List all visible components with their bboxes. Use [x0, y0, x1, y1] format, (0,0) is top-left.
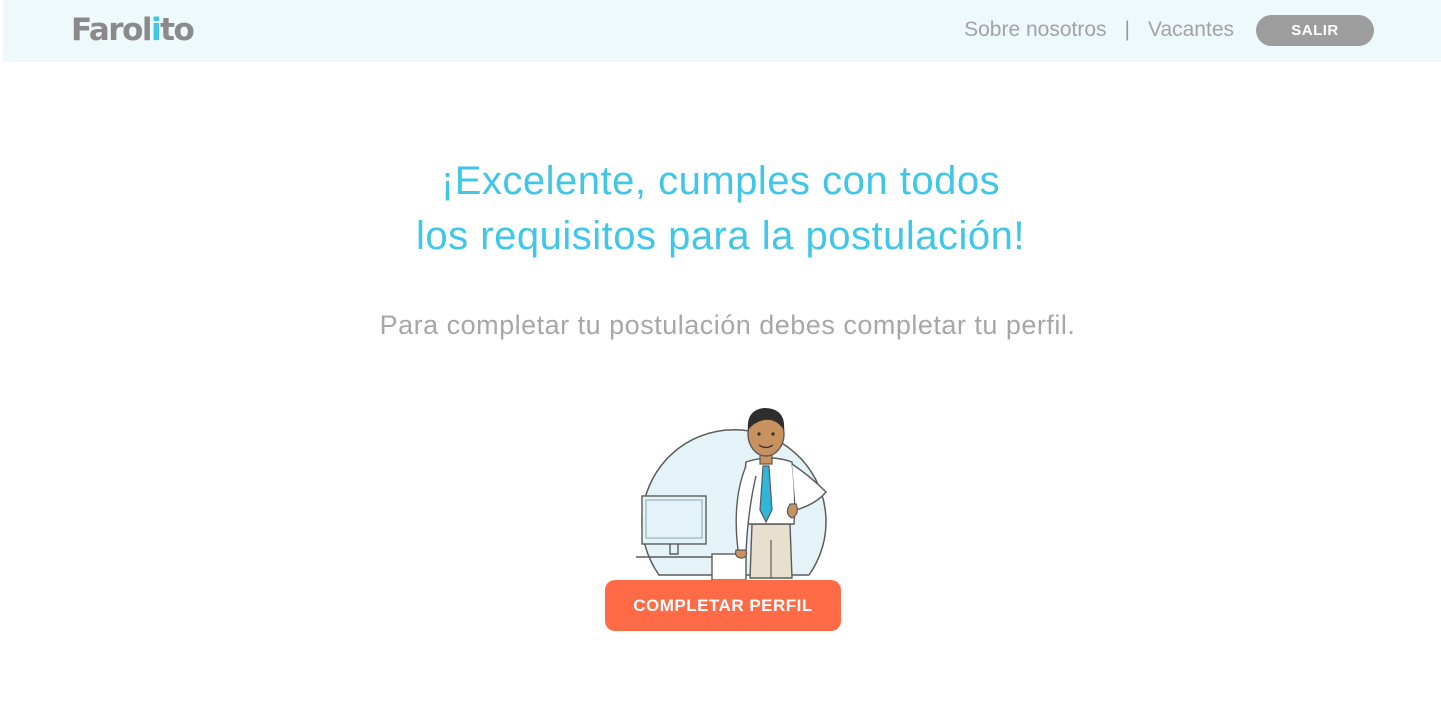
headline-line-1: ¡Excelente, cumples con todos — [440, 159, 1001, 203]
nav-link-jobs[interactable]: Vacantes — [1148, 18, 1234, 42]
success-headline: ¡Excelente, cumples con todos los requis… — [0, 154, 1441, 264]
nav-link-about[interactable]: Sobre nosotros — [964, 18, 1106, 42]
top-navigation-bar: Farol i to Sobre nosotros | Vacantes SALIR — [3, 0, 1441, 62]
logo-text-end: to — [160, 12, 195, 48]
logo-text-main: Farol — [71, 12, 153, 48]
businessman-illustration — [636, 408, 827, 580]
main-nav: Sobre nosotros | Vacantes SALIR — [964, 13, 1374, 47]
nav-separator: | — [1124, 18, 1130, 41]
logout-button[interactable]: SALIR — [1256, 14, 1374, 46]
complete-profile-button[interactable]: COMPLETAR PERFIL — [605, 580, 841, 631]
headline-line-2: los requisitos para la postulación! — [416, 214, 1025, 258]
farolito-logo[interactable]: Farol i to — [71, 10, 195, 50]
logo-text-accent: i — [151, 12, 162, 48]
instruction-text: Para completar tu postulación debes comp… — [379, 310, 1076, 340]
